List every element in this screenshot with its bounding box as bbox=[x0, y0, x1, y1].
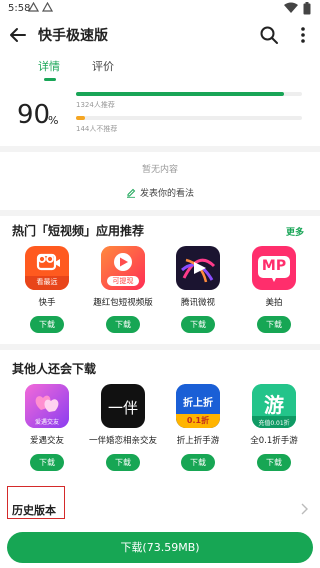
recommend-bar bbox=[76, 92, 302, 96]
download-button[interactable]: 下载 bbox=[106, 454, 140, 471]
rating-score: 90 bbox=[17, 100, 51, 130]
app-card-quan01[interactable]: 游 充值0.01折 全0.1折手游 下载 bbox=[234, 384, 314, 484]
tab-details[interactable]: 详情 bbox=[38, 58, 60, 74]
app-card-aiyu[interactable]: 爱遇交友 爱遇交友 下载 bbox=[7, 384, 87, 484]
battery-icon bbox=[303, 2, 311, 18]
page-title: 快手极速版 bbox=[38, 28, 108, 44]
rating-summary: 90 % 1324人推荐 144人不推荐 bbox=[0, 84, 320, 144]
app-name: 一伴婚恋相亲交友 bbox=[88, 436, 157, 446]
app-name: 趣红包短视频版 bbox=[93, 298, 153, 308]
zheshangzhe-icon: 折上折 0.1折 bbox=[176, 384, 220, 428]
section-divider bbox=[0, 210, 320, 216]
meipai-icon: MP bbox=[252, 246, 296, 290]
app-card-meipai[interactable]: MP 美拍 下载 bbox=[234, 246, 314, 346]
app-card-quhongbao[interactable]: 可提现 趣红包短视频版 下载 bbox=[83, 246, 163, 346]
app-card-zheshangzhe[interactable]: 折上折 0.1折 折上折手游 下载 bbox=[158, 384, 238, 484]
post-review-link[interactable]: 发表你的看法 bbox=[0, 186, 320, 201]
main-download-button[interactable]: 下载(73.59MB) bbox=[7, 532, 313, 563]
empty-reviews-text: 暂无内容 bbox=[141, 165, 178, 175]
yiban-icon-text: 一伴 bbox=[107, 399, 138, 417]
recommend-count: 1324人推荐 bbox=[76, 101, 115, 109]
pencil-icon bbox=[126, 188, 136, 201]
quan01-icon-text: 游 bbox=[264, 393, 284, 417]
app-bar: 快手极速版 bbox=[0, 18, 320, 52]
download-button[interactable]: 下载 bbox=[181, 316, 215, 333]
section-divider bbox=[0, 344, 320, 350]
not-recommend-count: 144人不推荐 bbox=[76, 125, 118, 133]
history-versions-label: 历史版本 bbox=[12, 504, 56, 517]
zheshangzhe-icon-subtext: 0.1折 bbox=[186, 416, 210, 425]
post-review-label: 发表你的看法 bbox=[139, 189, 194, 199]
app-name: 全0.1折手游 bbox=[250, 436, 298, 446]
chevron-right-icon bbox=[300, 500, 308, 519]
aiyu-icon: 爱遇交友 bbox=[25, 384, 69, 428]
others-section-title: 其他人还会下载 bbox=[12, 362, 97, 376]
more-vertical-icon[interactable] bbox=[294, 24, 312, 46]
app-card-kuaishou[interactable]: 看最远 快手 下载 bbox=[7, 246, 87, 346]
search-icon[interactable] bbox=[258, 24, 280, 46]
recommend-bar-fill bbox=[76, 92, 284, 96]
download-button[interactable]: 下载 bbox=[106, 316, 140, 333]
tab-indicator bbox=[44, 78, 56, 81]
app-card-yiban[interactable]: 一伴 一伴婚恋相亲交友 下载 bbox=[83, 384, 163, 484]
quan01-icon: 游 充值0.01折 bbox=[252, 384, 296, 428]
download-button[interactable]: 下载 bbox=[30, 316, 64, 333]
back-arrow-icon[interactable] bbox=[6, 23, 30, 47]
app-name: 折上折手游 bbox=[176, 436, 220, 446]
quhongbao-icon: 可提现 bbox=[101, 246, 145, 290]
app-name: 美拍 bbox=[265, 298, 283, 308]
not-recommend-bar-fill bbox=[76, 116, 86, 120]
rating-percent-unit: % bbox=[48, 114, 59, 127]
weishi-icon bbox=[176, 246, 220, 290]
meipai-icon-text: MP bbox=[261, 258, 287, 274]
quhongbao-icon-text: 可提现 bbox=[107, 276, 139, 286]
tab-reviews[interactable]: 评价 bbox=[92, 58, 114, 74]
aiyu-icon-text: 爱遇交友 bbox=[34, 419, 59, 426]
section-divider bbox=[0, 146, 320, 152]
download-button[interactable]: 下载 bbox=[257, 316, 291, 333]
app-name: 快手 bbox=[38, 298, 56, 308]
zheshangzhe-icon-text: 折上折 bbox=[183, 398, 213, 409]
download-button[interactable]: 下载 bbox=[181, 454, 215, 471]
hot-section-title: 热门「短视频」应用推荐 bbox=[12, 224, 145, 238]
tab-bar: 详情 评价 bbox=[0, 54, 320, 82]
hot-section-more-link[interactable]: 更多 bbox=[286, 225, 304, 238]
wifi-icon bbox=[284, 2, 298, 17]
app-name: 爱遇交友 bbox=[29, 436, 64, 446]
download-button[interactable]: 下载 bbox=[30, 454, 64, 471]
history-versions-row[interactable]: 历史版本 bbox=[0, 486, 320, 524]
status-bar: 5:58 bbox=[0, 0, 320, 18]
kuaishou-icon-text: 看最远 bbox=[36, 278, 58, 286]
yiban-icon: 一伴 bbox=[101, 384, 145, 428]
app-card-weishi[interactable]: 腾讯微视 下载 bbox=[158, 246, 238, 346]
kuaishou-icon: 看最远 bbox=[25, 246, 69, 290]
download-button[interactable]: 下载 bbox=[257, 454, 291, 471]
app-name: 腾讯微视 bbox=[180, 298, 215, 308]
notification-b-icon bbox=[41, 1, 54, 16]
not-recommend-bar bbox=[76, 116, 302, 120]
notification-a-icon bbox=[27, 1, 40, 16]
quan01-icon-subtext: 充值0.01折 bbox=[258, 420, 290, 427]
